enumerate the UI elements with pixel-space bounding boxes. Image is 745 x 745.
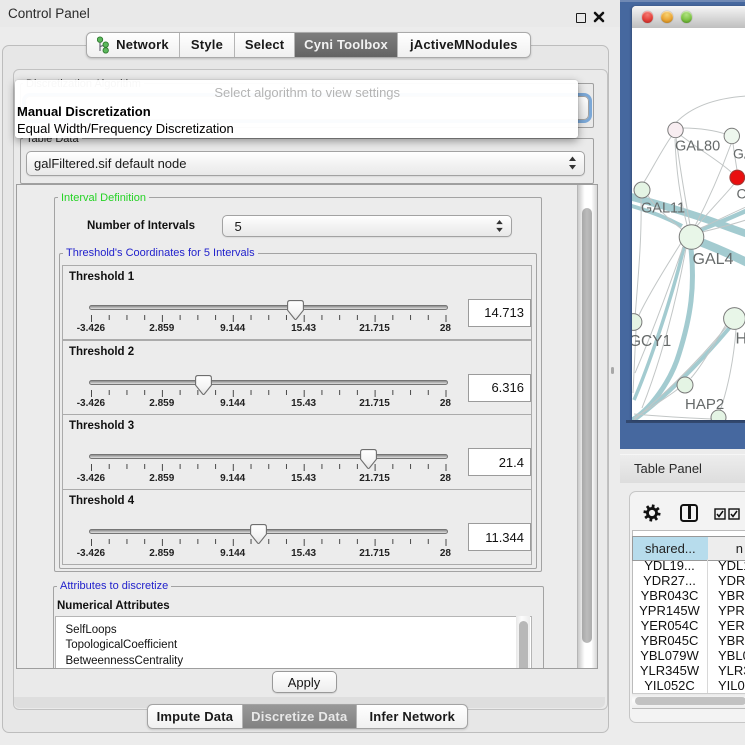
svg-text:C: C (736, 186, 745, 202)
svg-text:GAL4: GAL4 (692, 251, 733, 268)
svg-text:GAL80: GAL80 (675, 139, 720, 155)
svg-text:GA: GA (733, 146, 745, 162)
svg-text:GCY1: GCY1 (632, 333, 671, 350)
svg-text:H: H (735, 331, 745, 348)
svg-text:GAL11: GAL11 (641, 201, 685, 217)
svg-text:HAP2: HAP2 (685, 396, 724, 413)
